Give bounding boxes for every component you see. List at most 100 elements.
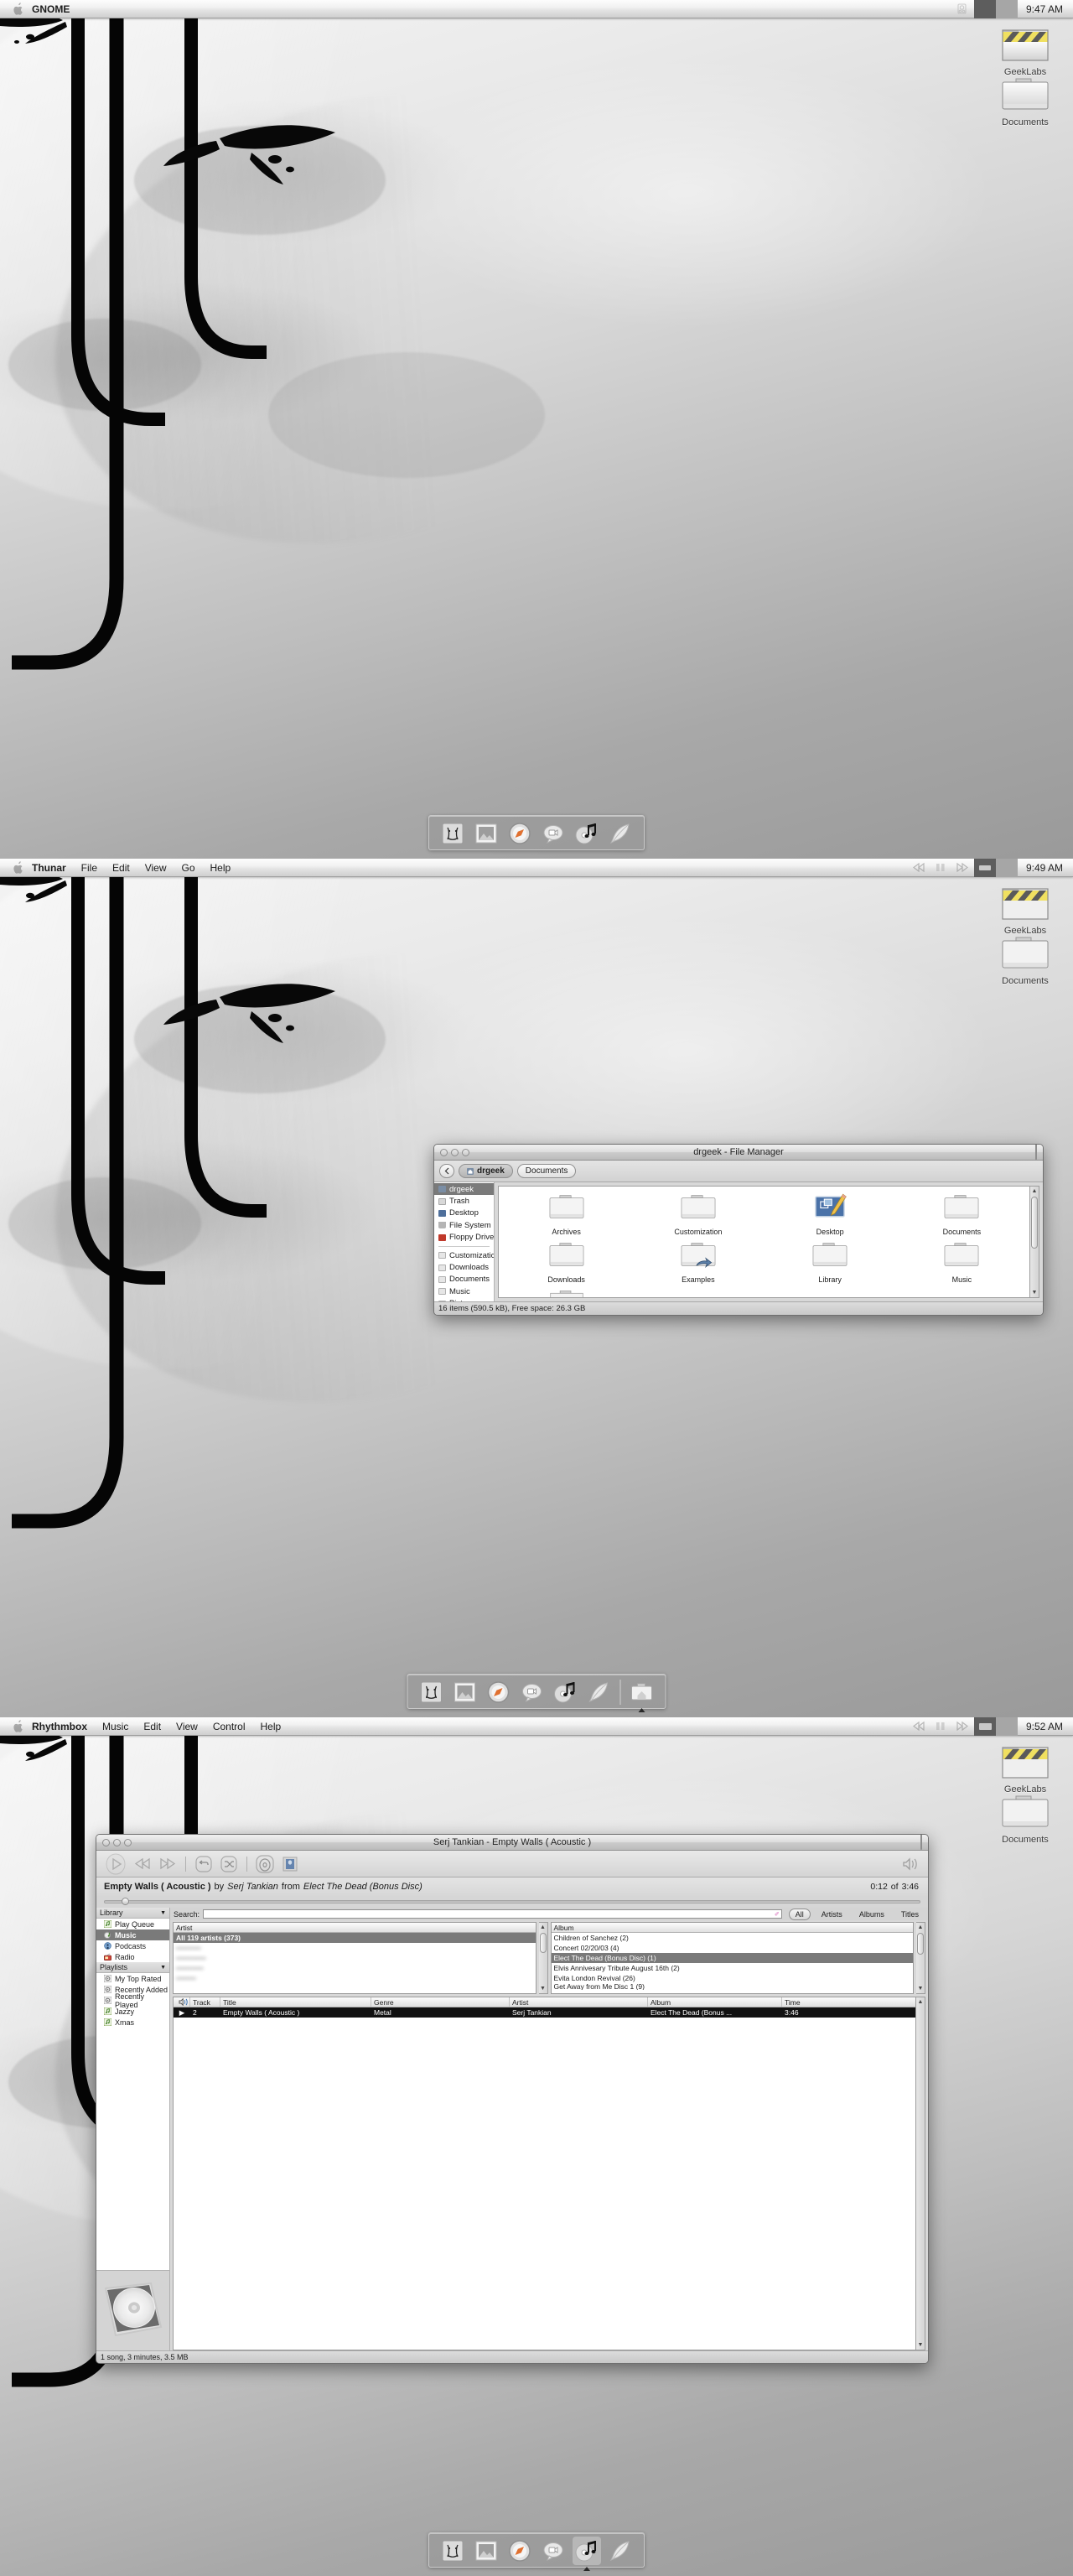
artist-column-header[interactable]: Artist [510, 1997, 648, 2007]
menu-item-music[interactable]: Music [95, 1717, 136, 1736]
menu-item-app[interactable]: Rhythmbox [24, 1717, 95, 1736]
scroll-up-arrow[interactable]: ▲ [916, 1923, 925, 1932]
dock-item-finder[interactable] [438, 2537, 467, 2565]
dock-item-feather[interactable] [585, 1678, 614, 1706]
filter-tabs[interactable]: All Artists Albums Titles [785, 1908, 925, 1920]
file-item-selected[interactable]: Desktop [765, 1192, 896, 1236]
sidebar-item-recently-played[interactable]: Recently Played [96, 1992, 169, 2009]
clear-icon[interactable]: ✐ [775, 1911, 780, 1918]
window-controls[interactable] [440, 1148, 469, 1156]
play-button[interactable] [103, 1852, 128, 1876]
menu-bar-tray[interactable]: 9:47 AM [950, 0, 1073, 18]
desktop-icon-geeklabs[interactable]: GeekLabs [985, 1741, 1065, 1794]
dock-item-browser[interactable] [485, 1678, 513, 1706]
artist-row-all[interactable]: All 119 artists (373) [174, 1933, 536, 1943]
menu-bar[interactable]: Rhythmbox Music Edit View Control Help 9… [0, 1717, 1073, 1736]
next-button[interactable] [157, 1854, 179, 1874]
dock-item-feather[interactable] [606, 2537, 635, 2565]
sidebar-item-documents[interactable]: Documents [434, 1274, 494, 1285]
sidebar-item-music[interactable]: Music [96, 1929, 169, 1940]
tab-artists[interactable]: Artists [816, 1909, 848, 1919]
song-table[interactable]: Track Title Genre Artist Album Time ▶ 2 … [173, 1997, 916, 2350]
desktop-icon-geeklabs[interactable]: GeekLabs [985, 23, 1065, 77]
sidebar-item-pictures[interactable]: Pictures [434, 1298, 494, 1301]
window-controls[interactable] [102, 1838, 132, 1846]
song-scrollbar[interactable]: ▲ ▼ [916, 1997, 925, 2350]
title-column-header[interactable]: Title [220, 1997, 371, 2007]
menu-bar-clock[interactable]: 9:52 AM [1018, 1721, 1073, 1732]
zoom-button[interactable] [124, 1838, 132, 1846]
visualization-button[interactable] [254, 1854, 276, 1874]
artist-row[interactable]: •••••••••• [174, 1943, 536, 1953]
browser-toggle-button[interactable] [279, 1854, 301, 1874]
close-button[interactable] [102, 1838, 110, 1846]
menu-item-go[interactable]: Go [174, 859, 203, 877]
previous-button[interactable] [132, 1854, 153, 1874]
menu-item-file[interactable]: File [74, 859, 105, 877]
file-item[interactable]: Documents [896, 1192, 1028, 1236]
sidebar-item-desktop[interactable]: Desktop [434, 1208, 494, 1219]
seek-track[interactable] [104, 1900, 920, 1903]
previous-icon[interactable] [907, 862, 930, 873]
menu-item-view[interactable]: View [168, 1717, 205, 1736]
sidebar-group-playlists[interactable]: Playlists ▼ [96, 1962, 169, 1973]
pause-icon[interactable] [930, 862, 951, 873]
file-item-partial[interactable] [500, 1287, 632, 1297]
chevron-down-icon[interactable]: ▼ [160, 1910, 166, 1916]
playing-column-header[interactable] [174, 1997, 190, 2007]
shuffle-button[interactable] [218, 1854, 240, 1874]
menu-item-edit[interactable]: Edit [136, 1717, 168, 1736]
album-row[interactable]: Get Away from Me Disc 1 (9) [552, 1983, 914, 1990]
dock-item-music[interactable] [573, 819, 601, 848]
rhythmbox-window[interactable]: Serj Tankian - Empty Walls ( Acoustic ) [96, 1834, 929, 2364]
artist-scrollbar[interactable]: ▲ ▼ [538, 1922, 548, 1994]
dock-item-browser[interactable] [505, 2537, 534, 2565]
menu-item-app[interactable]: Thunar [24, 859, 74, 877]
dock[interactable] [407, 1674, 666, 1712]
artist-column-header[interactable]: Artist [174, 1923, 536, 1933]
breadcrumb-drgeek[interactable]: drgeek [459, 1164, 513, 1178]
zoom-button[interactable] [462, 1148, 469, 1156]
window-titlebar[interactable]: drgeek - File Manager [434, 1145, 1043, 1161]
back-button[interactable] [439, 1164, 454, 1178]
track-column-header[interactable]: Track [190, 1997, 220, 2007]
dock-item-finder[interactable] [417, 1678, 446, 1706]
time-column-header[interactable]: Time [782, 1997, 915, 2007]
volume-icon[interactable] [950, 3, 974, 15]
scroll-down-arrow[interactable]: ▼ [539, 1984, 547, 1993]
sidebar-item-radio[interactable]: Radio [96, 1951, 169, 1962]
menu-bar[interactable]: Thunar File Edit View Go Help 9:49 AM [0, 859, 1073, 877]
scroll-down-arrow[interactable]: ▼ [916, 1984, 925, 1993]
scrollbar-thumb[interactable] [1031, 1197, 1038, 1249]
dock-item-music[interactable] [552, 1678, 580, 1706]
menu-item-view[interactable]: View [137, 859, 174, 877]
dock-item-home-folder[interactable] [628, 1678, 656, 1712]
menu-bar-clock[interactable]: 9:49 AM [1018, 862, 1073, 874]
menu-bar-tray[interactable]: 9:52 AM [907, 1717, 1073, 1736]
scrollbar-thumb[interactable] [539, 1933, 547, 1953]
album-row[interactable]: Children of Sanchez (2) [552, 1933, 914, 1943]
sidebar-item-downloads[interactable]: Downloads [434, 1261, 494, 1273]
scrollbar-thumb[interactable] [917, 1933, 924, 1955]
album-row[interactable]: Concert 02/20/03 (4) [552, 1943, 914, 1953]
dock-item-chat[interactable] [518, 1678, 547, 1706]
next-icon[interactable] [951, 862, 974, 873]
file-item[interactable]: Library [765, 1239, 896, 1284]
sidebar-group-library[interactable]: Library ▼ [96, 1908, 169, 1919]
album-row[interactable]: Elvis Annivesary Tribute August 16th (2) [552, 1963, 914, 1973]
dock-item-feather[interactable] [606, 819, 635, 848]
toolbar-toggle-button[interactable] [920, 1835, 922, 1850]
scroll-down-arrow[interactable]: ▼ [1030, 1288, 1039, 1297]
dock-item-browser[interactable] [505, 819, 534, 848]
file-item[interactable]: Music [896, 1239, 1028, 1284]
window-titlebar[interactable]: Serj Tankian - Empty Walls ( Acoustic ) [96, 1835, 928, 1851]
scroll-up-arrow[interactable]: ▲ [916, 1997, 925, 2007]
sidebar-item-customization[interactable]: Customization [434, 1249, 494, 1261]
close-button[interactable] [440, 1148, 448, 1156]
player-toolbar[interactable] [96, 1851, 928, 1877]
volume-button[interactable] [899, 1854, 921, 1874]
sidebar-item-file-system[interactable]: File System [434, 1219, 494, 1231]
sidebar-item-drgeek[interactable]: drgeek [434, 1183, 494, 1196]
album-row-selected[interactable]: Elect The Dead (Bonus Disc) (1) [551, 1953, 913, 1963]
pause-icon[interactable] [930, 1721, 951, 1732]
